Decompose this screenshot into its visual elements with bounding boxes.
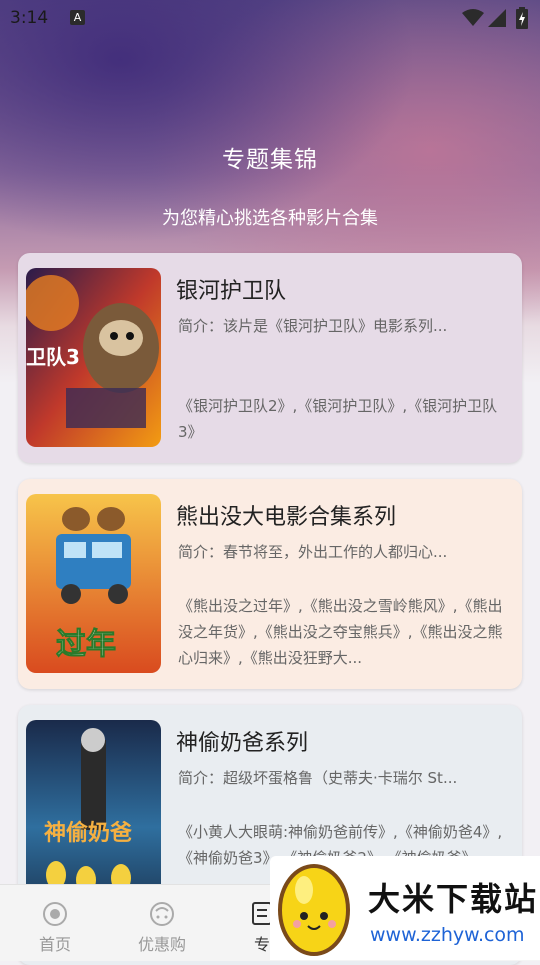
watermark-title: 大米下载站 bbox=[368, 880, 539, 918]
wifi-icon bbox=[462, 9, 484, 26]
watermark-url: www.zzhyw.com bbox=[370, 924, 525, 946]
notification-a-icon: A bbox=[70, 10, 85, 25]
signal-icon bbox=[488, 9, 506, 27]
tab-label: 优惠购 bbox=[137, 935, 186, 954]
status-time: 3:14 bbox=[10, 8, 49, 28]
tab-label: 首页 bbox=[38, 935, 71, 954]
card-title: 银河护卫队 bbox=[176, 279, 287, 304]
poster-title-text: 神偷奶爸 bbox=[44, 820, 132, 846]
poster-image: 过年 bbox=[26, 494, 161, 673]
page-subtitle: 为您精心挑选各种影片合集 bbox=[162, 208, 378, 229]
card-description: 简介：该片是《银河护卫队》电影系列... bbox=[178, 317, 448, 335]
poster-image: 卫队3 bbox=[26, 268, 161, 447]
card-movie-list: 《熊出没之过年》,《熊出没之雪岭熊风》,《熊出没之年货》,《熊出没之夺宝熊兵》,… bbox=[178, 597, 503, 667]
poster-image: 神偷奶爸 bbox=[26, 720, 161, 899]
page-title: 专题集锦 bbox=[222, 147, 318, 173]
discount-icon bbox=[150, 902, 174, 926]
battery-charging-icon bbox=[516, 7, 528, 29]
egg-mascot-logo bbox=[278, 864, 350, 956]
site-watermark: 大米下载站 www.zzhyw.com bbox=[270, 856, 540, 960]
card-description: 简介：超级坏蛋格鲁（史蒂夫·卡瑞尔 St... bbox=[178, 769, 458, 787]
card-description: 简介：春节将至，外出工作的人都归心... bbox=[178, 543, 448, 561]
tab-discount[interactable]: 优惠购 bbox=[122, 899, 202, 955]
status-bar: 3:14 A bbox=[0, 0, 540, 36]
card-title: 熊出没大电影合集系列 bbox=[176, 505, 397, 530]
card-title: 神偷奶爸系列 bbox=[176, 731, 309, 756]
poster-title-text: 卫队3 bbox=[26, 345, 80, 369]
home-icon bbox=[43, 902, 67, 926]
poster-title-text: 过年 bbox=[56, 627, 116, 662]
card-movie-list: 《银河护卫队2》,《银河护卫队》,《银河护卫队3》 bbox=[178, 397, 498, 441]
tab-home[interactable]: 首页 bbox=[15, 899, 95, 955]
collection-card-boonie-bears[interactable]: 过年 熊出没大电影合集系列 简介：春节将至，外出工作的人都归心... 《熊出没之… bbox=[18, 479, 522, 689]
collection-card-guardians[interactable]: 卫队3 银河护卫队 简介：该片是《银河护卫队》电影系列... 《银河护卫队2》,… bbox=[18, 253, 522, 463]
